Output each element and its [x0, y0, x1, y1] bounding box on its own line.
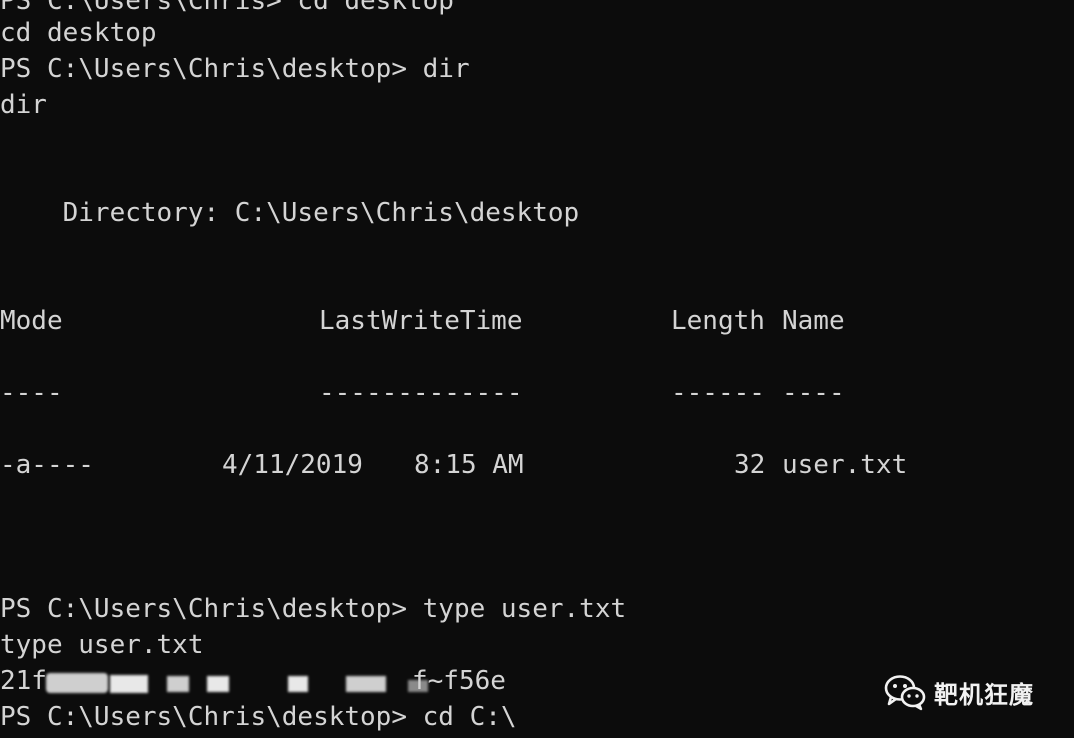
- watermark: 靶机狂魔: [884, 672, 1034, 712]
- file-time: 8:15 AM: [414, 450, 524, 480]
- file-mode: -a----: [0, 450, 94, 480]
- redaction-block: [207, 676, 229, 692]
- flag-prefix: 21f: [0, 666, 47, 696]
- file-date: 4/11/2019: [222, 450, 363, 480]
- terminal-window[interactable]: PS C:\Users\Chris> cd desktop cd desktop…: [0, 0, 1074, 738]
- watermark-text: 靶机狂魔: [934, 680, 1034, 709]
- column-header-length: Length: [671, 306, 765, 336]
- terminal-line: PS C:\Users\Chris\desktop> type user.txt: [0, 594, 627, 624]
- column-separator: ------: [671, 378, 765, 408]
- column-separator: ----: [0, 378, 63, 408]
- wechat-icon: [884, 675, 926, 711]
- redaction-block: [167, 676, 189, 692]
- terminal-line: cd desktop: [0, 18, 157, 48]
- column-header-mode: Mode: [0, 306, 63, 336]
- column-header-lastwritetime: LastWriteTime: [319, 306, 523, 336]
- column-separator: -------------: [319, 378, 523, 408]
- redaction-block: [288, 676, 308, 692]
- terminal-line: type user.txt: [0, 630, 204, 660]
- terminal-line: dir: [0, 90, 47, 120]
- terminal-prompt: PS C:\Users\Chris\desktop> cd C:\: [0, 702, 517, 732]
- redaction-block: [346, 676, 386, 692]
- redaction-block: [46, 673, 108, 693]
- column-separator: ----: [782, 378, 845, 408]
- directory-heading: Directory: C:\Users\Chris\desktop: [0, 198, 580, 228]
- terminal-line: PS C:\Users\Chris\desktop> dir: [0, 54, 470, 84]
- flag-suffix: f~f56e: [412, 666, 506, 696]
- column-header-name: Name: [782, 306, 845, 336]
- redaction-block: [110, 675, 148, 693]
- file-name: user.txt: [782, 450, 908, 480]
- file-length: 32: [734, 450, 766, 480]
